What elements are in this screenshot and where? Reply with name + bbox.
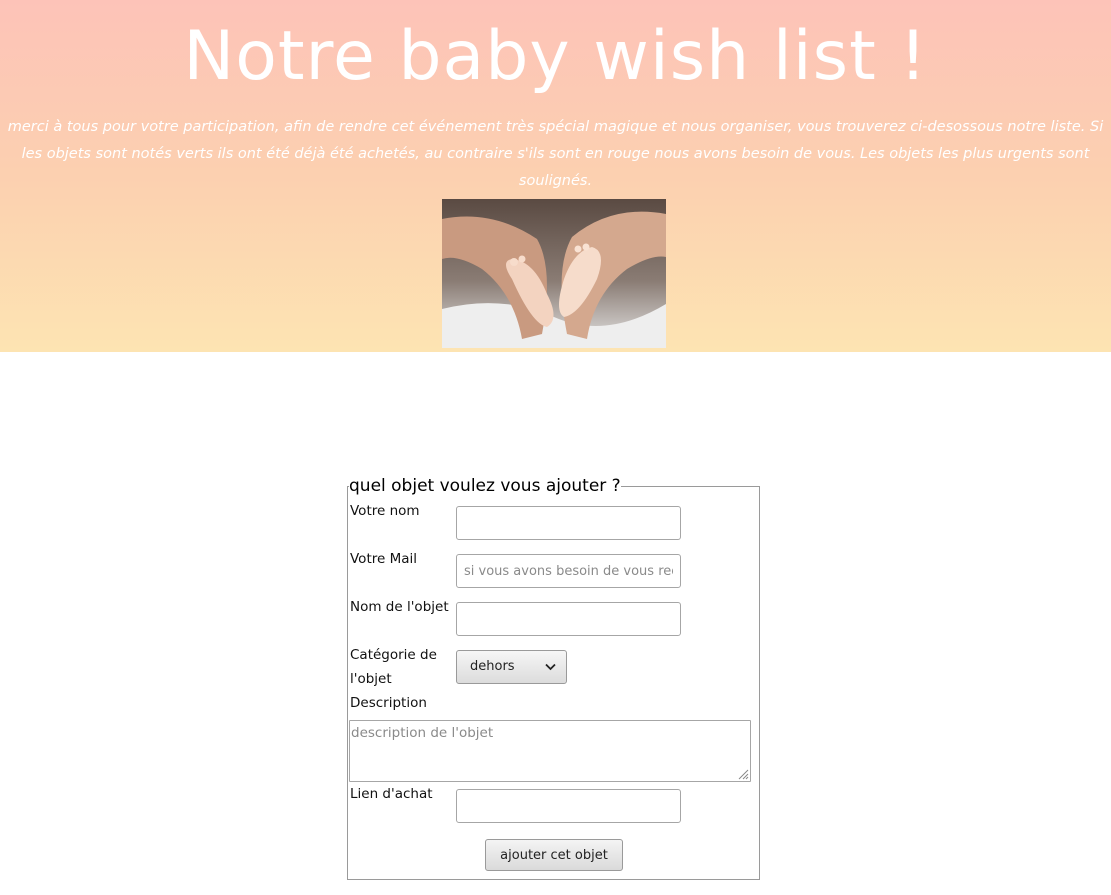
category-selected-value: dehors [470,659,515,674]
category-select[interactable]: dehors [456,650,567,684]
object-name-input[interactable] [456,602,681,636]
object-name-label: Nom de l'objet [350,599,449,615]
page-title: Notre baby wish list ! [183,17,928,96]
category-label: Catégorie de l'objet [350,647,437,687]
baby-feet-photo [442,199,666,348]
purchase-link-input[interactable] [456,789,681,823]
mail-label: Votre Mail [350,551,418,567]
name-label: Votre nom [350,503,420,519]
description-textarea[interactable] [349,720,751,782]
page-subtitle: merci à tous pour votre participation, a… [7,119,1104,189]
name-input[interactable] [456,506,681,540]
form-legend: quel objet voulez vous ajouter ? [349,476,621,496]
resize-grip-icon[interactable] [737,768,749,780]
add-object-button[interactable]: ajouter cet objet [485,839,623,871]
mail-input[interactable] [456,554,681,588]
purchase-link-label: Lien d'achat [350,786,433,802]
page-header: Notre baby wish list ! merci à tous pour… [0,0,1111,352]
description-label: Description [350,695,427,711]
chevron-down-icon [545,663,556,671]
